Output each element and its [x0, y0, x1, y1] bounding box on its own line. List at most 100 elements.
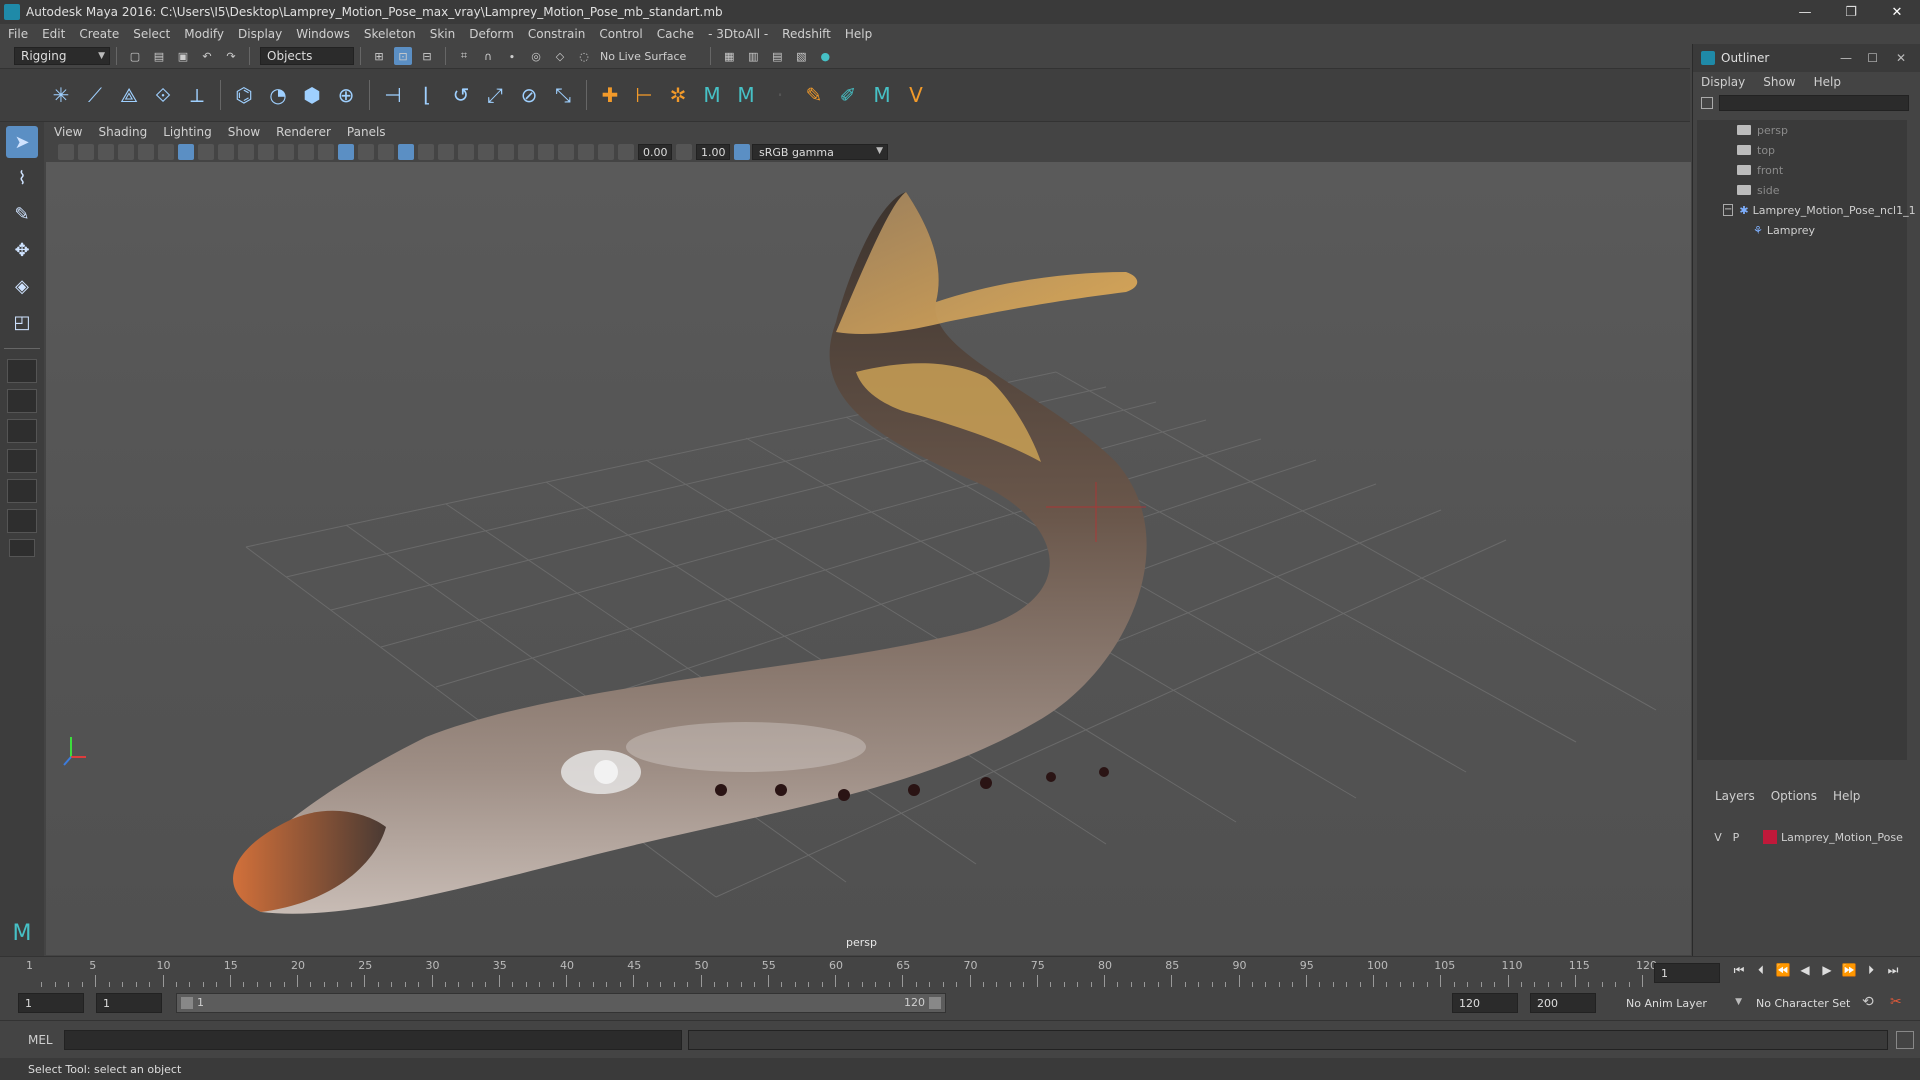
shadows-icon[interactable]: [438, 144, 454, 160]
layer-visibility-toggle[interactable]: V: [1709, 831, 1727, 844]
new-scene-icon[interactable]: ▢: [126, 47, 144, 65]
current-frame-field[interactable]: 1: [1654, 963, 1720, 983]
xray-icon[interactable]: [558, 144, 574, 160]
ipr-render-icon[interactable]: ▤: [768, 47, 786, 65]
redo-icon[interactable]: ↷: [222, 47, 240, 65]
step-back-frame-icon[interactable]: ⏪: [1774, 961, 1792, 979]
command-language-label[interactable]: MEL: [28, 1033, 62, 1047]
time-slider[interactable]: 1 5 10 15 20 25 30 35 40 45 50 55 60 65 70 75 80 85 90 95 1…: [0, 956, 1920, 988]
hik-icon-a[interactable]: M: [697, 80, 727, 110]
menu-help[interactable]: Help: [845, 27, 872, 41]
xray-joints-icon[interactable]: [598, 144, 614, 160]
snap-curve-icon[interactable]: ∩: [479, 47, 497, 65]
color-management-icon[interactable]: [734, 144, 750, 160]
snap-surface-icon[interactable]: ◇: [551, 47, 569, 65]
play-backward-icon[interactable]: ◀: [1796, 961, 1814, 979]
range-slider[interactable]: 1 120: [176, 993, 946, 1013]
menu-file[interactable]: File: [8, 27, 28, 41]
use-all-lights-icon[interactable]: [418, 144, 434, 160]
anim-layer-dropdown[interactable]: No Anim Layer ▼: [1620, 993, 1746, 1013]
menu-select[interactable]: Select: [133, 27, 170, 41]
viewport-menu-shading[interactable]: Shading: [98, 125, 147, 139]
snap-point-icon[interactable]: ∙: [503, 47, 521, 65]
gamma-icon[interactable]: [676, 144, 692, 160]
layer-row[interactable]: V P Lamprey_Motion_Pose: [1709, 828, 1919, 846]
outliner-item-side[interactable]: side: [1697, 180, 1907, 200]
menu-skin[interactable]: Skin: [430, 27, 456, 41]
set-driven-key-icon[interactable]: ⊢: [629, 80, 659, 110]
textured-icon[interactable]: [398, 144, 414, 160]
exposure-icon[interactable]: [618, 144, 634, 160]
open-scene-icon[interactable]: ▤: [150, 47, 168, 65]
menu-control[interactable]: Control: [599, 27, 642, 41]
move-tool-icon[interactable]: ✥: [6, 234, 38, 266]
outliner-menu-show[interactable]: Show: [1763, 75, 1795, 89]
outliner-close-icon[interactable]: ✕: [1896, 51, 1906, 65]
four-pane-layout-icon[interactable]: [7, 389, 37, 413]
gamma-field[interactable]: 1.00: [696, 144, 730, 160]
graph-layout-icon[interactable]: [7, 479, 37, 503]
anti-aliasing-icon[interactable]: [498, 144, 514, 160]
skin-weights-icon[interactable]: ✲: [663, 80, 693, 110]
render-settings-icon[interactable]: ▦: [720, 47, 738, 65]
resolution-gate-icon[interactable]: [218, 144, 234, 160]
viewport-menu-view[interactable]: View: [54, 125, 82, 139]
layer-color-swatch[interactable]: [1763, 830, 1777, 844]
menu-constrain[interactable]: Constrain: [528, 27, 586, 41]
animation-prefs-icon[interactable]: ✂: [1890, 994, 1902, 1010]
outliner-item-front[interactable]: front: [1697, 160, 1907, 180]
select-tool-icon[interactable]: ➤: [6, 126, 38, 158]
outliner-menu-help[interactable]: Help: [1814, 75, 1841, 89]
outliner-item-group[interactable]: − ✱ Lamprey_Motion_Pose_ncl1_1: [1697, 200, 1916, 220]
filter-icon[interactable]: [1701, 97, 1713, 109]
screen-space-ao-icon[interactable]: [458, 144, 474, 160]
range-start-handle[interactable]: [181, 997, 193, 1009]
step-forward-key-icon[interactable]: ⏵: [1862, 961, 1880, 979]
lattice-icon[interactable]: ⬢: [297, 80, 327, 110]
mirror-joint-icon[interactable]: ⟂: [182, 80, 212, 110]
image-plane-icon[interactable]: [118, 144, 134, 160]
go-to-end-icon[interactable]: ⏭: [1884, 961, 1902, 979]
menu-skeleton[interactable]: Skeleton: [364, 27, 416, 41]
paint-weights-icon[interactable]: ✎: [799, 80, 829, 110]
save-scene-icon[interactable]: ▣: [174, 47, 192, 65]
more-layouts-icon[interactable]: [9, 539, 35, 557]
script-editor-icon[interactable]: [1896, 1030, 1914, 1049]
safe-title-icon[interactable]: [298, 144, 314, 160]
grid-toggle-icon[interactable]: [178, 144, 194, 160]
go-to-start-icon[interactable]: ⏮: [1730, 961, 1748, 979]
point-constraint-icon[interactable]: ⊣: [378, 80, 408, 110]
film-gate-icon[interactable]: [198, 144, 214, 160]
select-component-icon[interactable]: ⊟: [418, 47, 436, 65]
outliner-item-persp[interactable]: persp: [1697, 120, 1907, 140]
outliner-search-input[interactable]: [1719, 95, 1909, 111]
layer-playback-toggle[interactable]: P: [1727, 831, 1745, 844]
motion-blur-icon[interactable]: [478, 144, 494, 160]
collapse-icon[interactable]: −: [1723, 204, 1734, 216]
character-control-icon[interactable]: M: [867, 80, 897, 110]
menu-deform[interactable]: Deform: [469, 27, 514, 41]
scale-constraint-icon[interactable]: ⤢: [480, 80, 510, 110]
auto-key-icon[interactable]: ⟲: [1862, 994, 1874, 1010]
menu-modify[interactable]: Modify: [184, 27, 224, 41]
menu-redshift[interactable]: Redshift: [782, 27, 831, 41]
menu-display[interactable]: Display: [238, 27, 282, 41]
smooth-shade-icon[interactable]: [338, 144, 354, 160]
render-globals-icon[interactable]: ▧: [792, 47, 810, 65]
viewport-menu-lighting[interactable]: Lighting: [163, 125, 212, 139]
undo-icon[interactable]: ↶: [198, 47, 216, 65]
exposure-field[interactable]: 0.00: [638, 144, 672, 160]
smooth-skin-icon[interactable]: ◔: [263, 80, 293, 110]
perspective-viewport[interactable]: persp: [46, 162, 1691, 955]
character-set-dropdown[interactable]: No Character Set: [1750, 993, 1862, 1013]
two-pane-layout-icon[interactable]: [7, 419, 37, 443]
grease-pencil-icon[interactable]: [158, 144, 174, 160]
ik-handle-icon[interactable]: ⟋: [80, 80, 110, 110]
playback-start-field[interactable]: 1: [96, 993, 162, 1013]
hypershade-icon[interactable]: ●: [816, 47, 834, 65]
layer-menu-layers[interactable]: Layers: [1715, 789, 1755, 803]
single-pane-layout-icon[interactable]: [7, 359, 37, 383]
snap-grid-icon[interactable]: ⌗: [455, 47, 473, 65]
gate-mask-icon[interactable]: [238, 144, 254, 160]
quick-rig-icon[interactable]: ✐: [833, 80, 863, 110]
